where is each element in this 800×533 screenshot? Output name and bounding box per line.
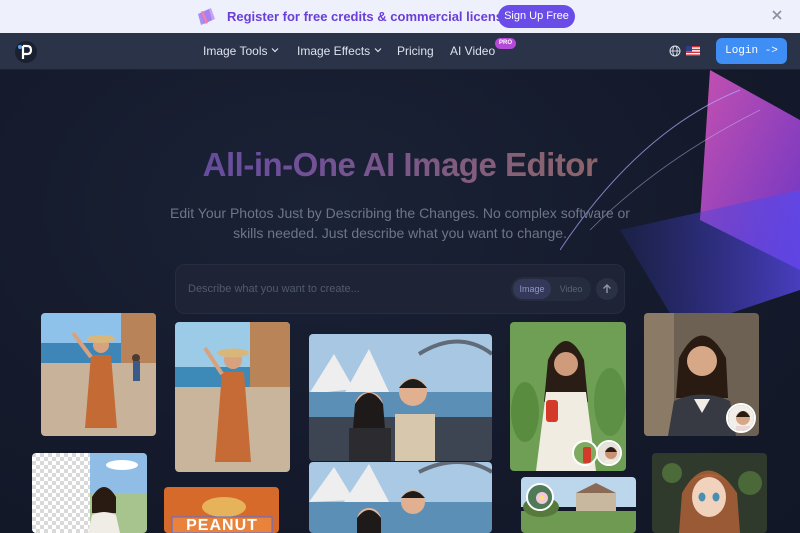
mode-toggle: Image Video <box>511 277 591 301</box>
prompt-box: Image Video <box>175 264 625 314</box>
sample-photo-anime-portrait[interactable] <box>652 453 767 533</box>
nav-image-effects-label: Image Effects <box>297 44 371 58</box>
photo-image <box>652 453 767 533</box>
sample-photo-background-removal[interactable] <box>32 453 147 533</box>
flower-thumbnail <box>526 483 554 511</box>
sample-photo-woman-cactus[interactable] <box>510 322 626 471</box>
sample-photo-seaside-woman-edited[interactable] <box>175 322 290 472</box>
face-thumbnail <box>596 440 622 466</box>
nav-image-tools-label: Image Tools <box>203 44 268 58</box>
sample-photo-couple-sydney[interactable] <box>309 334 492 461</box>
globe-icon[interactable] <box>669 45 681 57</box>
sample-photo-professional-woman[interactable] <box>644 313 759 436</box>
sign-up-button[interactable]: Sign Up Free <box>498 5 575 28</box>
photo-image <box>175 322 290 472</box>
photo-image <box>309 462 492 533</box>
sample-photo-peanut-product[interactable]: PEANUT <box>164 487 279 533</box>
chevron-down-icon <box>374 48 382 53</box>
nav-ai-video[interactable]: AI Video <box>450 44 495 58</box>
sample-photo-seaside-woman[interactable] <box>41 313 156 436</box>
photo-image <box>309 334 492 461</box>
logo-icon[interactable] <box>14 40 38 64</box>
product-thumbnail <box>572 440 598 466</box>
face-thumbnail <box>726 403 756 433</box>
nav-image-tools[interactable]: Image Tools <box>203 44 279 58</box>
gift-icon <box>198 8 215 25</box>
peanut-label: PEANUT <box>186 517 258 533</box>
send-button[interactable] <box>596 278 618 300</box>
nav-pricing[interactable]: Pricing <box>397 44 434 58</box>
arrow-up-icon <box>603 284 611 293</box>
us-flag-icon[interactable] <box>686 46 700 56</box>
login-button[interactable]: Login -> <box>716 38 787 64</box>
sample-photo-garden[interactable] <box>521 477 636 533</box>
promo-text: Register for free credits & commercial l… <box>227 9 511 24</box>
close-icon[interactable] <box>770 8 784 22</box>
hero-title: All-in-One AI Image Editor <box>0 146 800 184</box>
pro-badge: PRO <box>495 38 516 49</box>
sample-photo-couple-sydney-edited[interactable] <box>309 462 492 533</box>
hero-subtitle: Edit Your Photos Just by Describing the … <box>170 205 630 241</box>
promo-banner: Register for free credits & commercial l… <box>0 0 800 33</box>
mode-video-option[interactable]: Video <box>553 279 589 299</box>
prompt-input[interactable] <box>188 279 488 299</box>
photo-image <box>41 313 156 436</box>
photo-image <box>32 453 147 533</box>
nav-image-effects[interactable]: Image Effects <box>297 44 382 58</box>
mode-image-option[interactable]: Image <box>513 279 551 299</box>
chevron-down-icon <box>272 48 279 53</box>
